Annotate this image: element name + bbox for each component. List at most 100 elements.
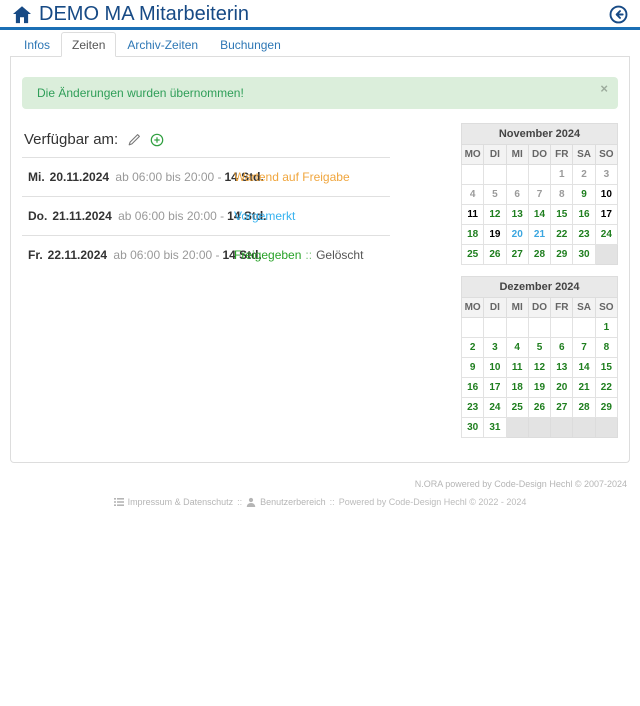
calendar-day[interactable]: 30 (462, 418, 484, 438)
success-alert-message: Die Änderungen wurden übernommen! (37, 86, 244, 100)
calendar-day[interactable]: 1 (595, 318, 617, 338)
calendar-day[interactable]: 4 (506, 338, 528, 358)
calendar-day[interactable]: 8 (551, 185, 573, 205)
calendar-day[interactable]: 23 (573, 225, 595, 245)
calendar-day[interactable]: 16 (573, 205, 595, 225)
calendar-empty-cell (573, 418, 595, 438)
tab-infos[interactable]: Infos (13, 32, 61, 57)
calendar-day[interactable]: 26 (528, 398, 550, 418)
calendar-day-header: FR (551, 298, 573, 318)
footer-links: Impressum & Datenschutz :: Benutzerberei… (0, 497, 640, 507)
calendar-day[interactable]: 29 (551, 245, 573, 265)
calendar-day[interactable]: 22 (595, 378, 617, 398)
plus-circle-icon[interactable] (150, 133, 164, 147)
availability-heading: Verfügbar am: (24, 131, 118, 148)
calendar-day[interactable]: 22 (551, 225, 573, 245)
calendar-day[interactable]: 9 (573, 185, 595, 205)
calendar-day-header: DI (484, 298, 506, 318)
calendar-day[interactable]: 12 (484, 205, 506, 225)
link-benutzerbereich[interactable]: Benutzerbereich (260, 497, 326, 507)
calendar-day[interactable]: 17 (484, 378, 506, 398)
link-impressum[interactable]: Impressum & Datenschutz (128, 497, 234, 507)
calendar-empty-cell (551, 318, 573, 338)
entry-status-group: Wartend auf Freigabe (234, 170, 350, 184)
calendar-day[interactable]: 24 (595, 225, 617, 245)
calendar-day[interactable]: 13 (506, 205, 528, 225)
tab-bar: Infos Zeiten Archiv-Zeiten Buchungen (10, 32, 630, 57)
calendar-day[interactable]: 10 (484, 358, 506, 378)
calendar-empty-cell (484, 165, 506, 185)
calendar-day[interactable]: 19 (484, 225, 506, 245)
tab-buchungen[interactable]: Buchungen (209, 32, 292, 57)
calendar-day[interactable]: 16 (462, 378, 484, 398)
calendar-day[interactable]: 15 (551, 205, 573, 225)
calendar-day[interactable]: 5 (484, 185, 506, 205)
footer-powered: Powered by Code-Design Hechl © 2022 - 20… (339, 497, 527, 507)
home-icon[interactable] (12, 5, 32, 25)
calendar-day-header: MI (506, 145, 528, 165)
entry-status-group: Freigegeben::Gelöscht (234, 248, 363, 262)
calendar-empty-cell (528, 418, 550, 438)
calendar-day[interactable]: 18 (462, 225, 484, 245)
calendar-day[interactable]: 7 (573, 338, 595, 358)
close-icon[interactable]: × (600, 82, 608, 95)
entry-day: Fr. (28, 248, 43, 262)
calendar-day[interactable]: 23 (462, 398, 484, 418)
footer-copyright: N.ORA powered by Code-Design Hechl © 200… (0, 479, 640, 489)
calendar-day[interactable]: 19 (528, 378, 550, 398)
calendar-day[interactable]: 14 (528, 205, 550, 225)
calendar-day[interactable]: 2 (573, 165, 595, 185)
calendar-day[interactable]: 4 (462, 185, 484, 205)
content-area: Verfügbar am: Mi.20.11.2024 ab 06:00 bis… (22, 123, 618, 449)
calendar-day[interactable]: 11 (462, 205, 484, 225)
calendar-day[interactable]: 10 (595, 185, 617, 205)
calendar-day[interactable]: 26 (484, 245, 506, 265)
calendar-day-header: DI (484, 145, 506, 165)
calendar-day[interactable]: 20 (551, 378, 573, 398)
pencil-icon[interactable] (127, 133, 141, 147)
calendar-day[interactable]: 21 (528, 225, 550, 245)
calendar-empty-cell (506, 318, 528, 338)
calendar-day[interactable]: 6 (551, 338, 573, 358)
calendar-day[interactable]: 14 (573, 358, 595, 378)
calendar-day[interactable]: 25 (506, 398, 528, 418)
calendar-day[interactable]: 18 (506, 378, 528, 398)
calendar-day[interactable]: 31 (484, 418, 506, 438)
calendar-day[interactable]: 29 (595, 398, 617, 418)
calendar-day[interactable]: 11 (506, 358, 528, 378)
calendar-day[interactable]: 13 (551, 358, 573, 378)
calendar-day-header: DO (528, 298, 550, 318)
calendar-day[interactable]: 2 (462, 338, 484, 358)
footer: N.ORA powered by Code-Design Hechl © 200… (0, 479, 640, 507)
calendar-day[interactable]: 7 (528, 185, 550, 205)
entry-time-range: ab 06:00 bis 20:00 - (115, 170, 221, 184)
calendar-day-header: SO (595, 298, 617, 318)
calendar-day[interactable]: 9 (462, 358, 484, 378)
availability-row: Mi.20.11.2024 ab 06:00 bis 20:00 -14 Std… (22, 158, 390, 197)
tab-zeiten[interactable]: Zeiten (61, 32, 116, 57)
calendar-day[interactable]: 5 (528, 338, 550, 358)
calendar-day[interactable]: 17 (595, 205, 617, 225)
entry-day: Mi. (28, 170, 45, 184)
tab-archiv-zeiten[interactable]: Archiv-Zeiten (116, 32, 209, 57)
calendar-day[interactable]: 3 (484, 338, 506, 358)
calendar-day[interactable]: 27 (506, 245, 528, 265)
calendar-day[interactable]: 28 (573, 398, 595, 418)
calendar-day[interactable]: 6 (506, 185, 528, 205)
calendar-day[interactable]: 28 (528, 245, 550, 265)
calendar-day[interactable]: 3 (595, 165, 617, 185)
circle-arrow-left-icon[interactable] (609, 5, 628, 24)
calendar-day[interactable]: 25 (462, 245, 484, 265)
calendar-day[interactable]: 30 (573, 245, 595, 265)
calendar-day[interactable]: 21 (573, 378, 595, 398)
calendar-day[interactable]: 8 (595, 338, 617, 358)
calendar-day[interactable]: 1 (551, 165, 573, 185)
calendar-day[interactable]: 24 (484, 398, 506, 418)
calendar-day[interactable]: 20 (506, 225, 528, 245)
calendar-day[interactable]: 15 (595, 358, 617, 378)
calendar-day[interactable]: 27 (551, 398, 573, 418)
calendar-column: November 2024MODIMIDOFRSASO1234567891011… (461, 123, 618, 449)
availability-row: Fr.22.11.2024 ab 06:00 bis 20:00 -14 Std… (22, 236, 390, 274)
calendar-day[interactable]: 12 (528, 358, 550, 378)
list-icon (114, 497, 124, 507)
